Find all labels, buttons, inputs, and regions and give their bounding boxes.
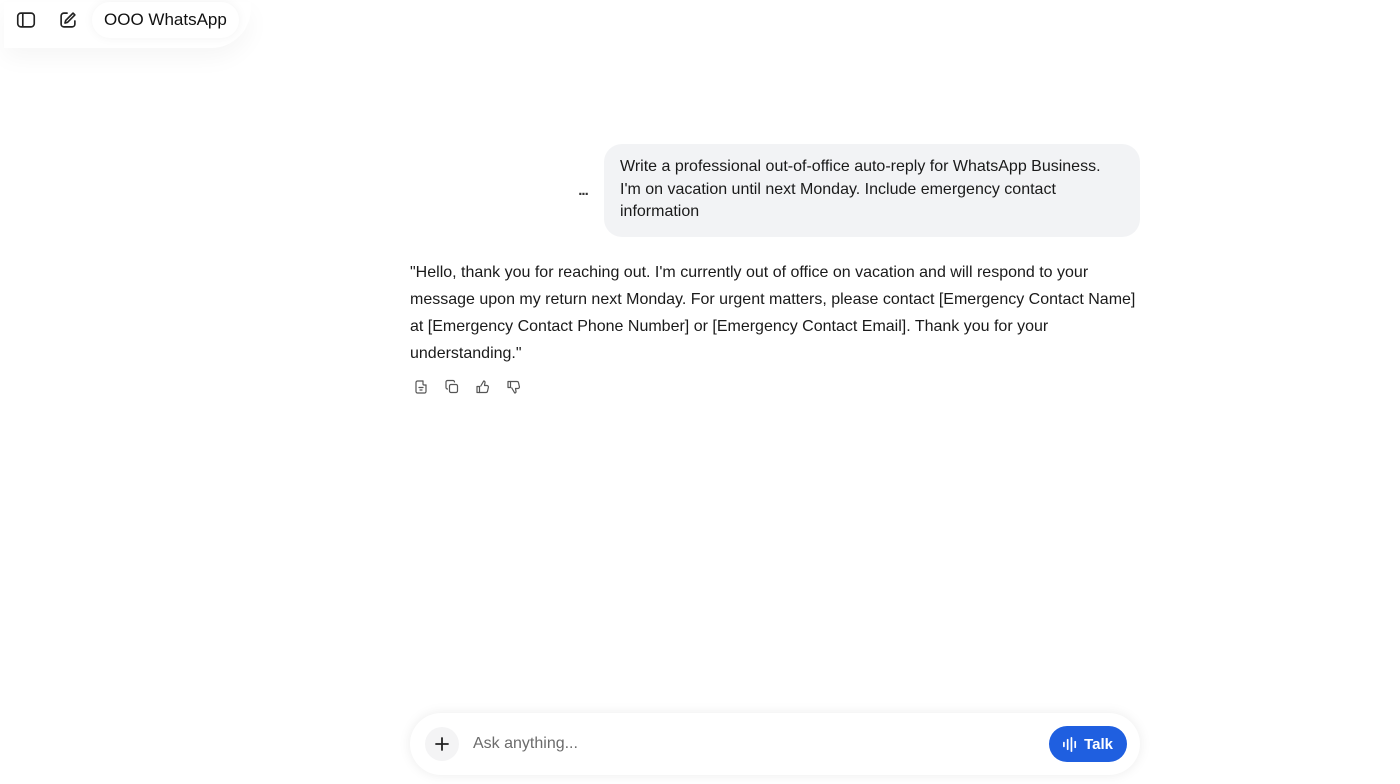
chat-title[interactable]: OOO WhatsApp: [92, 2, 239, 38]
sidebar-toggle-button[interactable]: [8, 2, 44, 38]
assistant-message: "Hello, thank you for reaching out. I'm …: [410, 264, 1136, 362]
thumbs-down-button[interactable]: [505, 377, 523, 397]
user-message-bubble: Write a professional out-of-office auto-…: [604, 144, 1140, 237]
thumbs-up-icon: [476, 380, 490, 394]
sidebar-icon: [16, 12, 36, 28]
message-actions: [412, 377, 523, 397]
read-aloud-icon: [415, 380, 427, 394]
talk-label: Talk: [1084, 735, 1113, 753]
talk-button[interactable]: Talk: [1049, 726, 1127, 762]
edit-icon: [60, 12, 76, 28]
attach-button[interactable]: [425, 727, 459, 761]
ask-input[interactable]: [473, 735, 1050, 753]
copy-button[interactable]: [443, 377, 461, 397]
voice-waveform-icon: [1063, 736, 1077, 752]
user-message-row: ... Write a professional out-of-office a…: [576, 144, 1140, 237]
read-aloud-button[interactable]: [412, 377, 430, 397]
top-toolbar: OOO WhatsApp: [4, 2, 251, 48]
copy-icon: [445, 379, 459, 394]
thumbs-down-icon: [507, 380, 521, 394]
thumbs-up-button[interactable]: [474, 377, 492, 397]
message-composer: Talk: [410, 713, 1140, 775]
new-chat-button[interactable]: [50, 2, 86, 38]
plus-icon: [435, 737, 449, 751]
message-more-button[interactable]: ...: [576, 183, 590, 198]
chat-page: OOO WhatsApp ... Write a professional ou…: [0, 0, 1400, 784]
